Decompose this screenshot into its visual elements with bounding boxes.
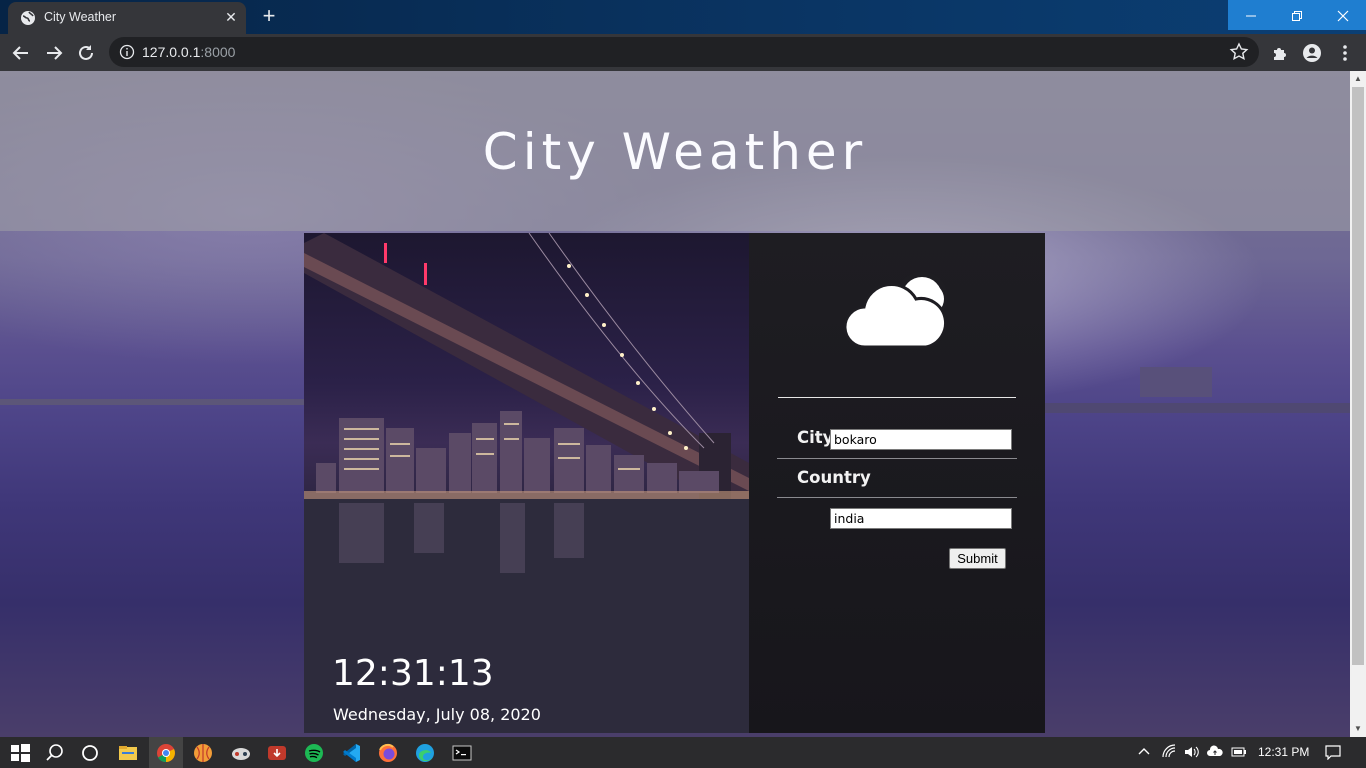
app-orange-icon[interactable] xyxy=(192,742,214,764)
terminal-icon[interactable] xyxy=(451,742,473,764)
spotify-icon[interactable] xyxy=(303,742,325,764)
form-divider xyxy=(778,397,1016,398)
url-text[interactable]: 127.0.0.1:8000 xyxy=(142,44,235,60)
windows-taskbar: 12:31 PM xyxy=(0,737,1366,768)
clock-time: 12:31:13 xyxy=(332,653,494,694)
close-icon xyxy=(1337,10,1349,22)
scrollbar-thumb[interactable] xyxy=(1352,87,1364,665)
onedrive-cloud-icon[interactable] xyxy=(1207,744,1223,760)
url-port: :8000 xyxy=(200,44,236,60)
scroll-down-arrow-icon[interactable]: ▼ xyxy=(1354,725,1362,733)
window-close-button[interactable] xyxy=(1320,0,1366,30)
extensions-puzzle-icon[interactable] xyxy=(1269,42,1291,64)
forward-arrow-icon[interactable] xyxy=(43,42,65,64)
wifi-icon[interactable] xyxy=(1161,744,1177,760)
chrome-taskbar-button[interactable] xyxy=(149,737,183,768)
firefox-icon[interactable] xyxy=(377,742,399,764)
reload-icon[interactable] xyxy=(75,42,97,64)
taskbar-clock[interactable]: 12:31 PM xyxy=(1258,745,1309,759)
weather-form-panel: City bokaro Country india Submit xyxy=(749,233,1045,733)
city-label: City xyxy=(797,428,834,447)
city-photo: 12:31:13 Wednesday, July 08, 2020 xyxy=(304,233,749,733)
page-title: City Weather xyxy=(482,123,868,181)
browser-toolbar: 127.0.0.1:8000 xyxy=(0,34,1366,71)
web-page: City Weather 12:31:13 Wednesday, July 08… xyxy=(0,71,1350,737)
app-game-icon[interactable] xyxy=(230,742,252,764)
country-label: Country xyxy=(797,468,871,487)
site-info-icon[interactable] xyxy=(119,44,135,60)
file-explorer-icon[interactable] xyxy=(117,742,139,764)
bookmark-star-icon[interactable] xyxy=(1229,42,1249,62)
vscode-icon[interactable] xyxy=(340,742,362,764)
restore-icon xyxy=(1292,11,1302,22)
current-date: Wednesday, July 08, 2020 xyxy=(333,705,541,724)
battery-icon[interactable] xyxy=(1231,744,1247,760)
cortana-icon[interactable] xyxy=(79,742,101,764)
scroll-up-arrow-icon[interactable]: ▲ xyxy=(1354,75,1362,83)
city-input[interactable]: bokaro xyxy=(830,429,1012,450)
background-shore-right xyxy=(1045,403,1350,413)
minimize-button[interactable] xyxy=(1228,0,1274,30)
country-input[interactable]: india xyxy=(830,508,1012,529)
globe-icon xyxy=(21,11,35,25)
background-pier-left xyxy=(0,399,304,405)
browser-tab-bar: City Weather ✕ + xyxy=(0,0,1366,34)
back-arrow-icon[interactable] xyxy=(10,42,32,64)
tab-title: City Weather xyxy=(44,10,117,24)
volume-icon[interactable] xyxy=(1183,744,1199,760)
restore-button[interactable] xyxy=(1274,0,1320,30)
weather-card: 12:31:13 Wednesday, July 08, 2020 City b… xyxy=(304,233,1045,733)
cloud-partly-icon xyxy=(844,271,948,349)
notifications-icon[interactable] xyxy=(1325,744,1341,760)
chrome-icon xyxy=(157,744,175,763)
profile-avatar-icon[interactable] xyxy=(1301,42,1323,64)
menu-kebab-icon[interactable] xyxy=(1334,42,1356,64)
search-icon[interactable] xyxy=(44,742,66,764)
url-host: 127.0.0.1 xyxy=(142,44,201,60)
browser-tab[interactable]: City Weather ✕ xyxy=(8,2,246,34)
tab-close-icon[interactable]: ✕ xyxy=(222,8,240,26)
app-download-icon[interactable] xyxy=(266,742,288,764)
city-row-line xyxy=(777,458,1017,459)
minimize-icon xyxy=(1246,15,1256,17)
country-row-line xyxy=(777,497,1017,498)
windows-start-icon[interactable] xyxy=(9,742,31,764)
background-building xyxy=(1140,367,1212,397)
address-bar[interactable]: 127.0.0.1:8000 xyxy=(109,37,1259,67)
tray-chevron-up-icon[interactable] xyxy=(1136,744,1152,760)
new-tab-button[interactable]: + xyxy=(256,5,282,29)
submit-button[interactable]: Submit xyxy=(949,548,1006,569)
page-scrollbar[interactable]: ▲ ▼ xyxy=(1350,71,1366,737)
edge-icon[interactable] xyxy=(414,742,436,764)
